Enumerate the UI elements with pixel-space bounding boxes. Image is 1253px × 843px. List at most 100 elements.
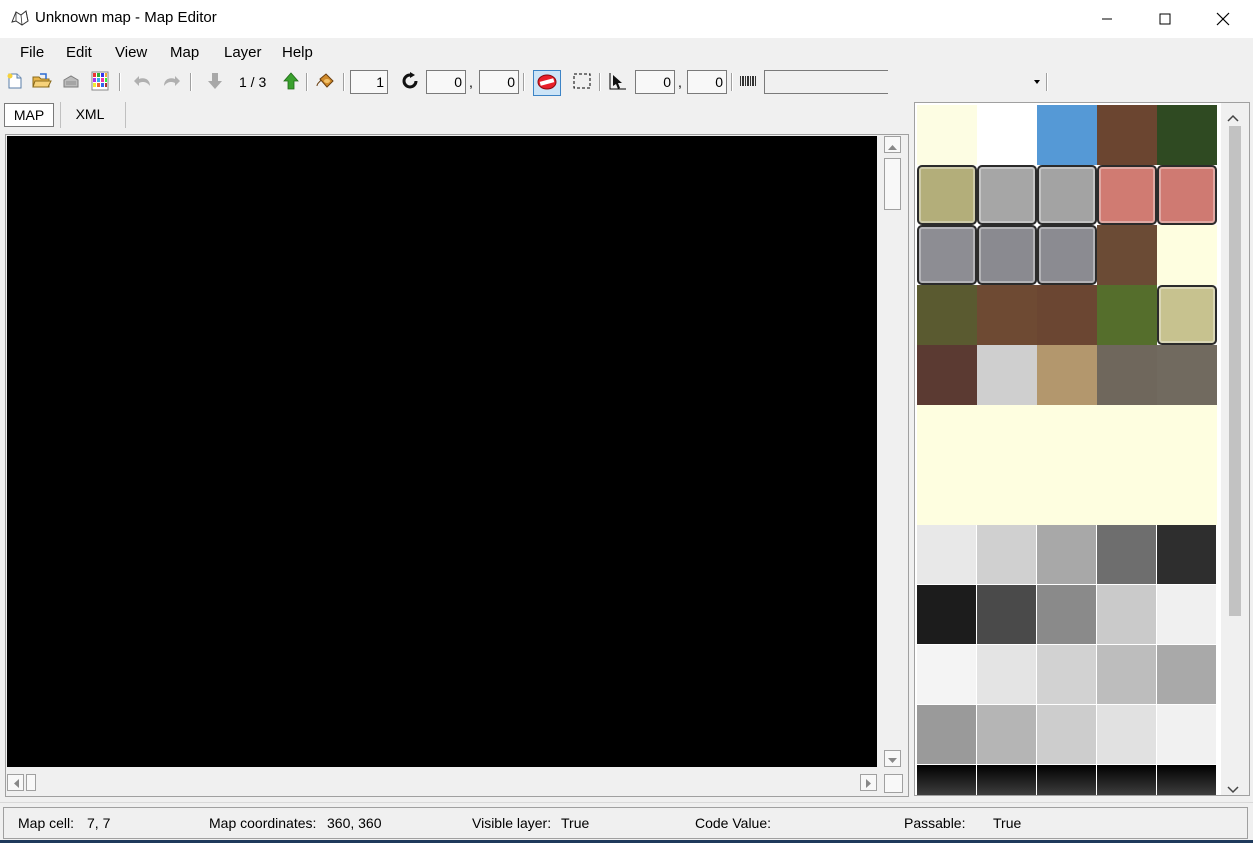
select-x-input[interactable]: 0: [635, 70, 675, 94]
tile[interactable]: [917, 105, 977, 165]
tile[interactable]: [1097, 765, 1157, 795]
tile[interactable]: [917, 765, 977, 795]
tile[interactable]: [917, 705, 977, 765]
scroll-right-button[interactable]: [860, 774, 877, 791]
tile[interactable]: [1157, 765, 1217, 795]
tile[interactable]: [917, 525, 977, 585]
layer-down-button[interactable]: [204, 71, 226, 93]
tile[interactable]: [977, 345, 1037, 405]
offset-x-input[interactable]: 0: [426, 70, 466, 94]
tile[interactable]: [1157, 405, 1217, 465]
tile[interactable]: [1037, 765, 1097, 795]
minimize-button[interactable]: [1078, 0, 1136, 38]
erase-button[interactable]: [533, 70, 561, 96]
tile[interactable]: [1157, 285, 1217, 345]
layer-combo-box[interactable]: [888, 70, 1044, 94]
tile[interactable]: [1157, 585, 1217, 645]
tile[interactable]: [977, 225, 1037, 285]
scroll-left-button[interactable]: [7, 774, 24, 791]
tile[interactable]: [1097, 285, 1157, 345]
menu-file[interactable]: File: [20, 44, 44, 61]
redo-button[interactable]: [160, 71, 182, 93]
tile[interactable]: [1097, 585, 1157, 645]
select-y-input[interactable]: 0: [687, 70, 727, 94]
tile[interactable]: [1037, 585, 1097, 645]
tile[interactable]: [917, 225, 977, 285]
tile[interactable]: [917, 405, 977, 465]
tile[interactable]: [1037, 225, 1097, 285]
tile[interactable]: [977, 465, 1037, 525]
tile[interactable]: [977, 105, 1037, 165]
palette-vertical-scrollbar[interactable]: [1221, 103, 1249, 795]
open-map-button[interactable]: [31, 71, 53, 93]
close-button[interactable]: [1194, 0, 1252, 38]
tile[interactable]: [1157, 165, 1217, 225]
scroll-down-button[interactable]: [884, 750, 901, 767]
menu-edit[interactable]: Edit: [66, 44, 92, 61]
tile[interactable]: [1157, 525, 1217, 585]
tile[interactable]: [1097, 465, 1157, 525]
tile[interactable]: [1037, 465, 1097, 525]
tile[interactable]: [977, 705, 1037, 765]
tile[interactable]: [1037, 345, 1097, 405]
tile[interactable]: [1037, 525, 1097, 585]
tile[interactable]: [1157, 105, 1217, 165]
tile[interactable]: [917, 645, 977, 705]
set-origin-button[interactable]: [607, 71, 629, 93]
scroll-thumb[interactable]: [26, 774, 36, 791]
tile[interactable]: [917, 585, 977, 645]
tile[interactable]: [977, 525, 1037, 585]
chevron-down-icon[interactable]: [1227, 781, 1239, 795]
tab-map[interactable]: MAP: [4, 103, 54, 127]
tile[interactable]: [1157, 705, 1217, 765]
menu-map[interactable]: Map: [170, 44, 199, 61]
new-map-button[interactable]: [4, 71, 26, 93]
tile[interactable]: [1157, 225, 1217, 285]
tile[interactable]: [1037, 105, 1097, 165]
menu-help[interactable]: Help: [282, 44, 313, 61]
scroll-thumb[interactable]: [1229, 126, 1241, 616]
offset-y-input[interactable]: 0: [479, 70, 519, 94]
tile[interactable]: [1037, 405, 1097, 465]
tile[interactable]: [977, 405, 1037, 465]
fill-bucket-button[interactable]: [315, 71, 337, 93]
tile[interactable]: [1097, 105, 1157, 165]
menu-view[interactable]: View: [115, 44, 147, 61]
tile[interactable]: [917, 345, 977, 405]
tile[interactable]: [917, 165, 977, 225]
tile[interactable]: [1097, 225, 1157, 285]
tile[interactable]: [1157, 645, 1217, 705]
tile[interactable]: [1097, 645, 1157, 705]
tile[interactable]: [977, 585, 1037, 645]
tile[interactable]: [977, 765, 1037, 795]
code-value-input[interactable]: [764, 70, 889, 94]
tile[interactable]: [1097, 165, 1157, 225]
map-canvas[interactable]: [7, 136, 877, 767]
tab-xml[interactable]: XML: [62, 103, 118, 127]
code-value-button[interactable]: [737, 71, 759, 93]
tile[interactable]: [1037, 705, 1097, 765]
layer-up-button[interactable]: [280, 71, 302, 93]
tile[interactable]: [1157, 345, 1217, 405]
chevron-up-icon[interactable]: [1227, 109, 1239, 125]
select-region-button[interactable]: [571, 71, 593, 93]
tile[interactable]: [1037, 645, 1097, 705]
scroll-up-button[interactable]: [884, 136, 901, 153]
tile[interactable]: [977, 285, 1037, 345]
tileset-button[interactable]: [89, 71, 111, 93]
map-vertical-scrollbar[interactable]: [880, 136, 905, 767]
undo-button[interactable]: [132, 71, 154, 93]
rotate-button[interactable]: [399, 71, 421, 93]
save-map-button[interactable]: [60, 71, 82, 93]
tile[interactable]: [1037, 165, 1097, 225]
tile[interactable]: [1037, 285, 1097, 345]
menu-layer[interactable]: Layer: [224, 44, 262, 61]
tile[interactable]: [917, 465, 977, 525]
map-horizontal-scrollbar[interactable]: [7, 771, 880, 795]
tile[interactable]: [1097, 525, 1157, 585]
tile[interactable]: [1097, 345, 1157, 405]
maximize-button[interactable]: [1136, 0, 1194, 38]
scroll-thumb[interactable]: [884, 158, 901, 210]
tile[interactable]: [977, 165, 1037, 225]
tile[interactable]: [1097, 705, 1157, 765]
